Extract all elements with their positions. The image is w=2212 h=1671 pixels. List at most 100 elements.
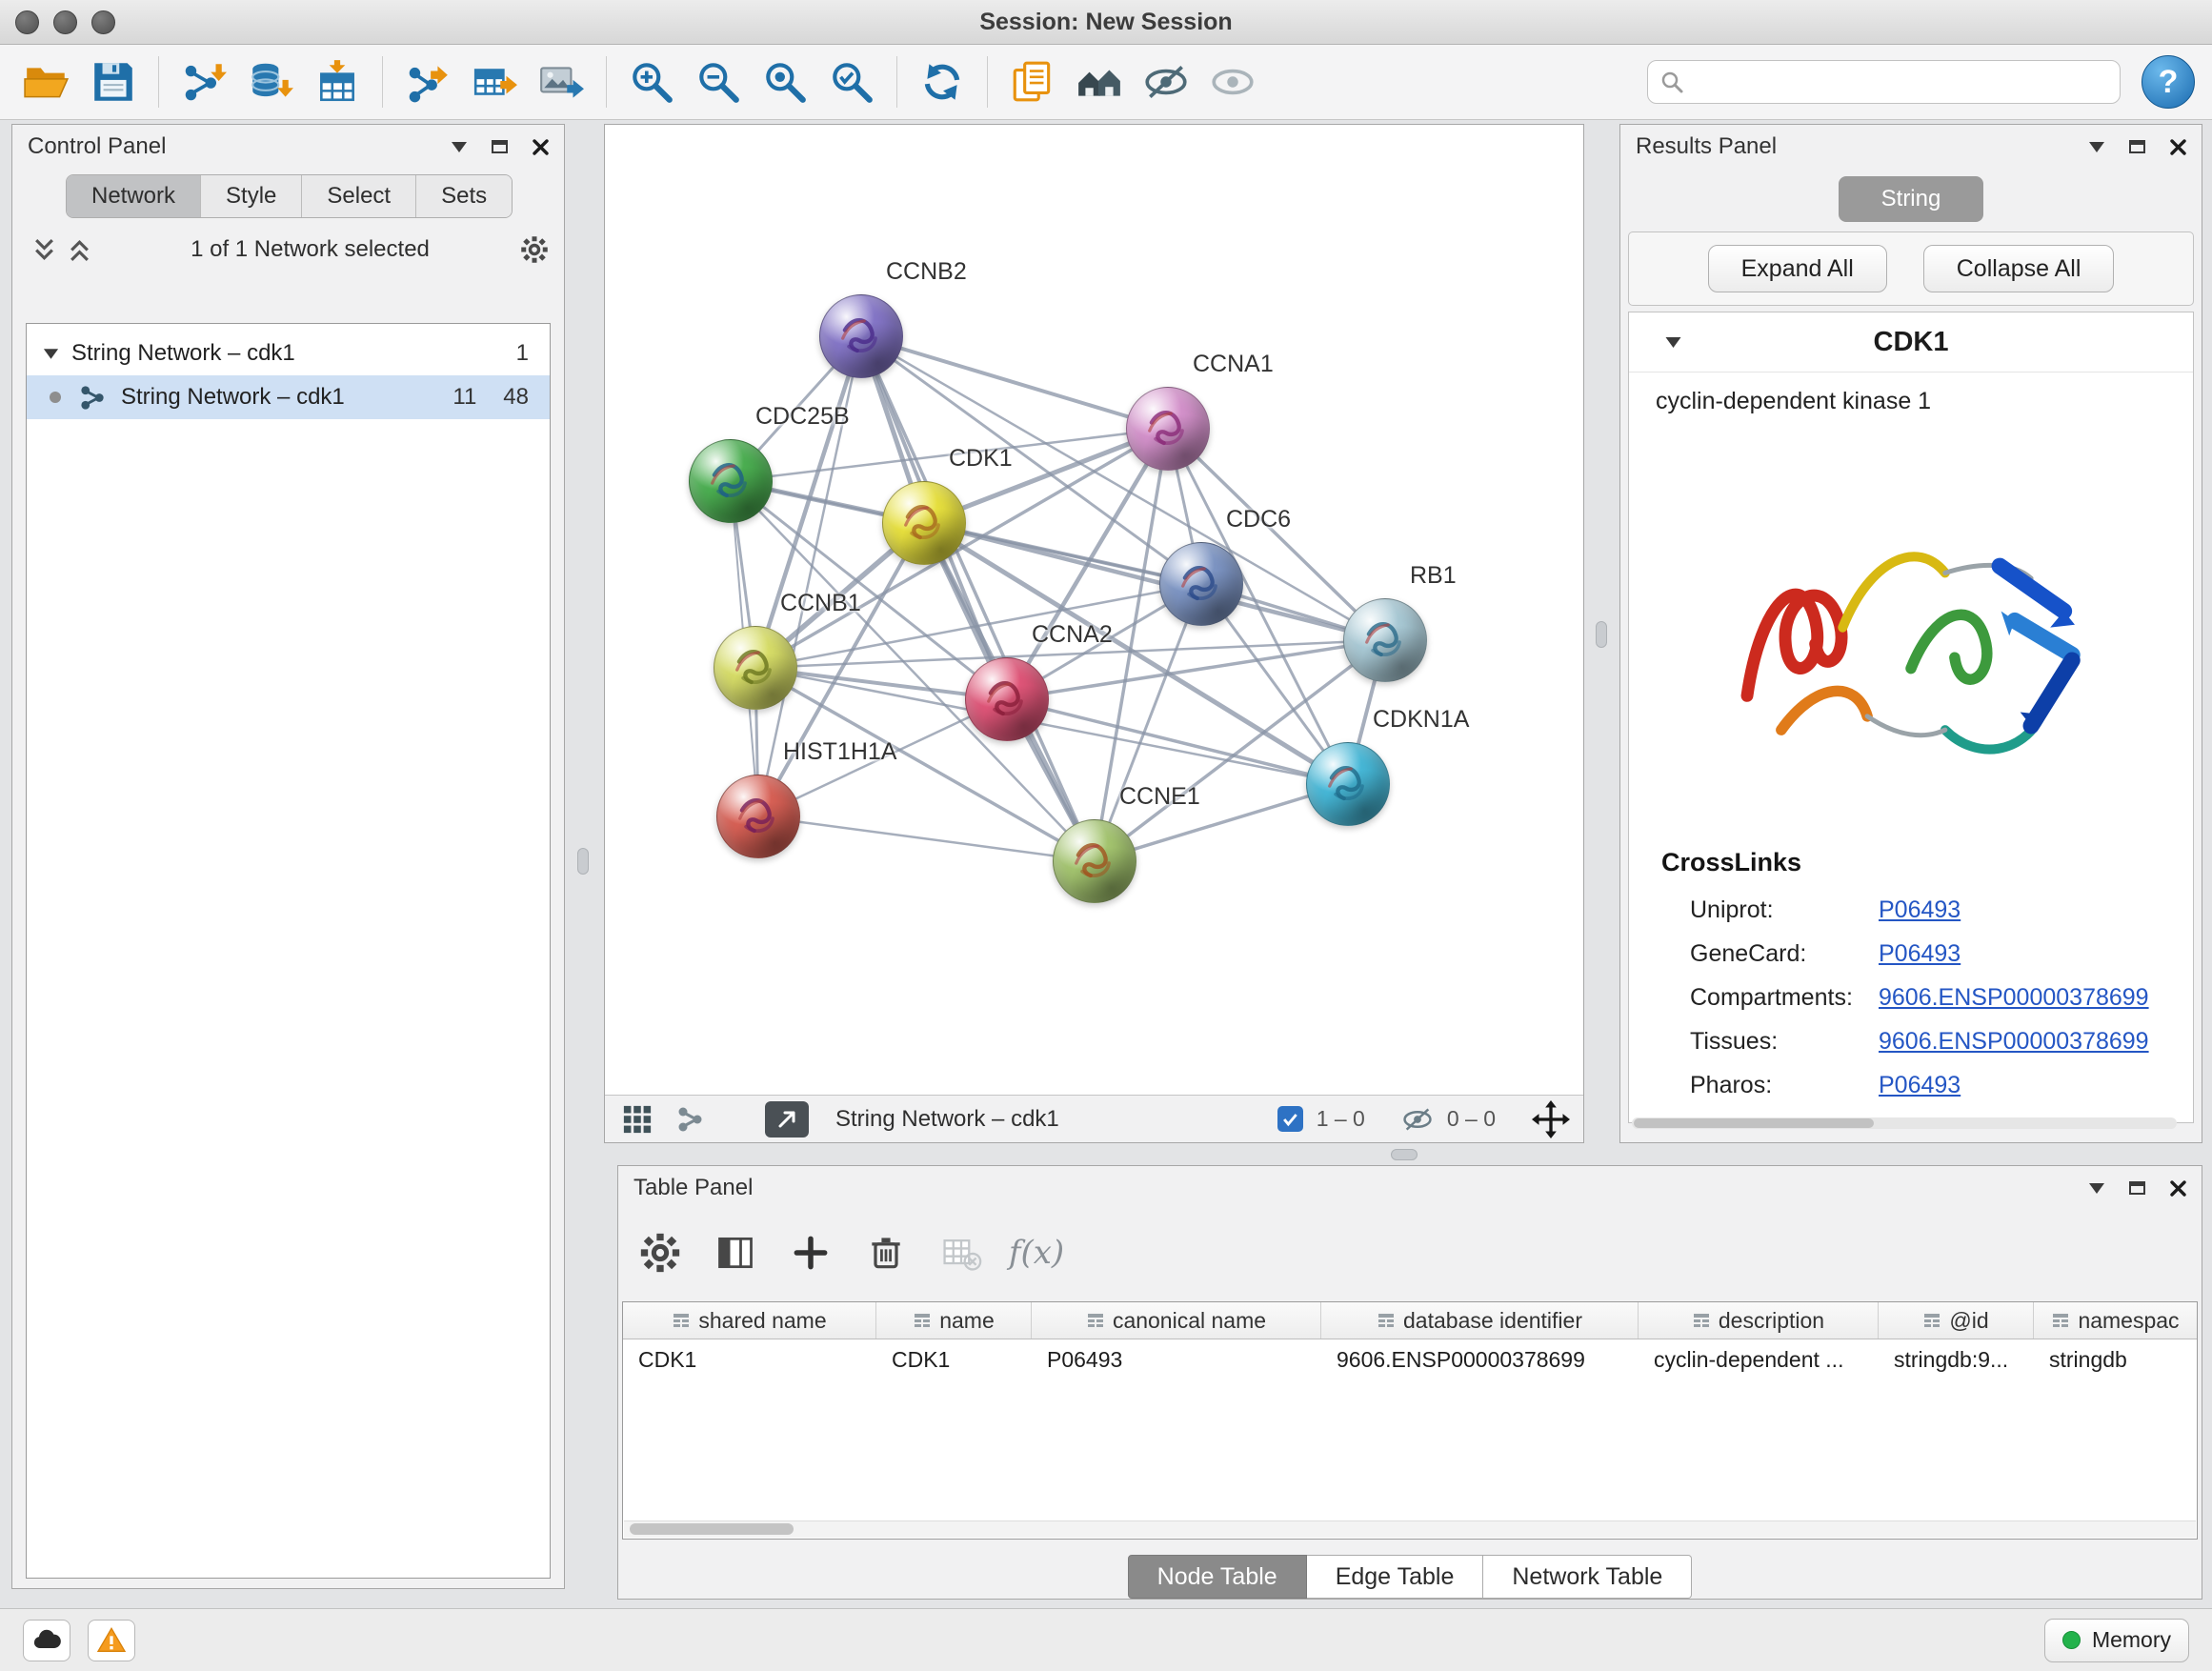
memory-button[interactable]: Memory [2044, 1619, 2189, 1662]
network-node-cdc25b[interactable] [689, 439, 773, 523]
crosslink-compartments-link[interactable]: 9606.ENSP00000378699 [1879, 984, 2149, 1012]
results-horizontal-scrollbar[interactable] [1632, 1117, 2177, 1129]
tab-network[interactable]: Network [67, 175, 201, 217]
cell-database-identifier[interactable]: 9606.ENSP00000378699 [1321, 1347, 1639, 1373]
export-table-button[interactable] [461, 50, 528, 114]
table-horizontal-scrollbar[interactable] [624, 1520, 2196, 1538]
crosslink-uniprot-link[interactable]: P06493 [1879, 896, 1961, 924]
export-network-button[interactable] [394, 50, 461, 114]
column-header-namespace[interactable]: namespac [2034, 1302, 2197, 1339]
tab-edge-table[interactable]: Edge Table [1307, 1555, 1484, 1599]
network-node-ccna2[interactable] [965, 657, 1049, 741]
splitter-handle-right[interactable] [1596, 621, 1607, 648]
network-node-ccne1[interactable] [1053, 819, 1136, 903]
crosslink-tissues-link[interactable]: 9606.ENSP00000378699 [1879, 1028, 2149, 1056]
zoom-selected-button[interactable] [818, 50, 885, 114]
panel-float-icon[interactable] [2129, 1181, 2145, 1195]
network-edge[interactable] [758, 816, 1095, 861]
network-node-ccnb1[interactable] [714, 626, 797, 710]
network-node-cdk1[interactable] [882, 481, 966, 565]
network-node-rb1[interactable] [1343, 598, 1427, 682]
pan-move-icon[interactable] [1532, 1100, 1570, 1138]
network-node-hist1h1a[interactable] [716, 775, 800, 858]
duplicate-documents-button[interactable] [999, 50, 1066, 114]
panel-float-icon[interactable] [492, 140, 508, 153]
scrollbar-thumb[interactable] [1634, 1118, 1874, 1128]
import-table-button[interactable] [304, 50, 371, 114]
warnings-button[interactable] [88, 1620, 135, 1661]
open-session-button[interactable] [13, 50, 80, 114]
cell-name[interactable]: CDK1 [876, 1347, 1032, 1373]
expand-all-icon[interactable] [31, 237, 57, 263]
collapse-all-icon[interactable] [67, 237, 92, 263]
search-input[interactable] [1692, 68, 2108, 96]
save-session-button[interactable] [80, 50, 147, 114]
detach-view-button[interactable] [765, 1101, 809, 1137]
crosslink-pharos-link[interactable]: P06493 [1879, 1072, 1961, 1099]
network-edge[interactable] [861, 336, 1168, 429]
hidden-indicator-icon[interactable] [1401, 1103, 1434, 1136]
show-hidden-button[interactable] [1199, 50, 1266, 114]
hide-selected-button[interactable] [1133, 50, 1199, 114]
show-columns-button[interactable] [711, 1228, 760, 1278]
network-node-ccnb2[interactable] [819, 294, 903, 378]
panel-menu-icon[interactable] [2089, 1183, 2104, 1194]
import-network-file-button[interactable] [171, 50, 237, 114]
column-header-canonical-name[interactable]: canonical name [1032, 1302, 1321, 1339]
network-overview-button[interactable] [672, 1100, 710, 1138]
network-node-cdc6[interactable] [1159, 542, 1243, 626]
tab-style[interactable]: Style [201, 175, 302, 217]
table-options-button[interactable] [635, 1228, 685, 1278]
protein-card-header[interactable]: CDK1 [1629, 312, 2193, 372]
zoom-fit-button[interactable] [752, 50, 818, 114]
splitter-handle-bottom[interactable] [1391, 1149, 1418, 1160]
cloud-status-button[interactable] [23, 1620, 70, 1661]
network-edge[interactable] [755, 336, 861, 668]
tab-network-table[interactable]: Network Table [1483, 1555, 1692, 1599]
cell-id[interactable]: stringdb:9... [1879, 1347, 2034, 1373]
panel-close-icon[interactable] [2170, 1180, 2186, 1197]
function-builder-button[interactable]: f(x) [1012, 1228, 1061, 1278]
panel-float-icon[interactable] [2129, 140, 2145, 153]
network-edge[interactable] [861, 336, 1095, 861]
home-button[interactable] [1066, 50, 1133, 114]
zoom-in-button[interactable] [618, 50, 685, 114]
tab-node-table[interactable]: Node Table [1128, 1555, 1307, 1599]
network-canvas[interactable]: CCNB2CCNA1CDC25BCDK1CDC6RB1CCNB1CCNA2CDK… [605, 125, 1583, 1095]
collection-expand-icon[interactable] [42, 347, 60, 361]
cell-namespace[interactable]: stringdb [2034, 1347, 2197, 1373]
collapse-section-icon[interactable] [1663, 335, 1683, 350]
delete-column-button[interactable] [861, 1228, 911, 1278]
splitter-handle-left[interactable] [577, 848, 589, 875]
expand-all-button[interactable]: Expand All [1708, 245, 1887, 292]
table-row[interactable]: CDK1 CDK1 P06493 9606.ENSP00000378699 cy… [623, 1339, 2197, 1379]
crosslink-genecard-link[interactable]: P06493 [1879, 940, 1961, 968]
cell-canonical-name[interactable]: P06493 [1032, 1347, 1321, 1373]
panel-menu-icon[interactable] [2089, 142, 2104, 152]
create-column-button[interactable] [786, 1228, 835, 1278]
cell-shared-name[interactable]: CDK1 [623, 1347, 876, 1373]
tab-select[interactable]: Select [302, 175, 416, 217]
refresh-view-button[interactable] [909, 50, 975, 114]
help-button[interactable]: ? [2142, 55, 2195, 109]
zoom-out-button[interactable] [685, 50, 752, 114]
column-header-name[interactable]: name [876, 1302, 1032, 1339]
panel-close-icon[interactable] [533, 139, 549, 155]
column-header-id[interactable]: @id [1879, 1302, 2034, 1339]
selected-indicator-icon[interactable] [1277, 1106, 1303, 1132]
cell-description[interactable]: cyclin-dependent ... [1639, 1347, 1879, 1373]
network-options-button[interactable] [518, 233, 551, 266]
collapse-all-button[interactable]: Collapse All [1923, 245, 2115, 292]
panel-close-icon[interactable] [2170, 139, 2186, 155]
import-network-database-button[interactable] [237, 50, 304, 114]
network-node-ccna1[interactable] [1126, 387, 1210, 471]
birds-eye-view-button[interactable] [618, 1100, 656, 1138]
column-header-description[interactable]: description [1639, 1302, 1879, 1339]
results-tab-string[interactable]: String [1839, 176, 1983, 222]
network-row-selected[interactable]: String Network – cdk1 11 48 [27, 375, 550, 419]
network-node-cdkn1a[interactable] [1306, 742, 1390, 826]
scrollbar-thumb[interactable] [630, 1523, 794, 1535]
export-image-button[interactable] [528, 50, 594, 114]
column-header-shared-name[interactable]: shared name [623, 1302, 876, 1339]
tab-sets[interactable]: Sets [416, 175, 512, 217]
